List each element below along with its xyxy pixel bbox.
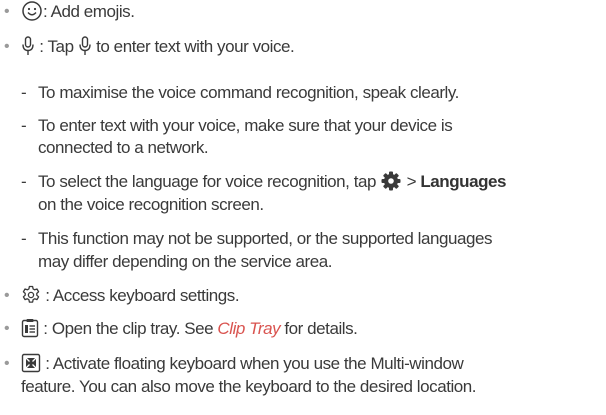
dash: - — [21, 116, 27, 135]
bullet: • — [4, 320, 10, 337]
languages-label: Languages — [420, 172, 507, 191]
floating-text: feature. You can also move the keyboard … — [21, 377, 477, 396]
sub-item-text: on the voice recognition screen. — [38, 195, 264, 214]
sub-item-text: > — [402, 172, 421, 191]
smiley-icon — [21, 0, 43, 22]
bullet: • — [4, 3, 10, 20]
sub-item-text: connected to a network. — [38, 138, 209, 157]
voice-text-a: : Tap — [35, 37, 78, 56]
clip-tray-link[interactable]: Clip Tray — [217, 319, 280, 338]
sub-item-text: may differ depending on the service area… — [38, 252, 333, 271]
bullet: • — [4, 38, 10, 55]
dash: - — [21, 172, 27, 191]
bullet: • — [4, 287, 10, 304]
sub-item-text: To enter text with your voice, make sure… — [38, 116, 453, 135]
bullet: • — [4, 355, 10, 372]
floating-text: : Activate floating keyboard when you us… — [41, 354, 464, 373]
sub-item-text: To maximise the voice command recognitio… — [38, 83, 459, 102]
clipboard-icon — [21, 318, 39, 338]
settings-gear-icon — [380, 170, 402, 192]
gear-outline-icon — [21, 285, 41, 305]
emoji-text: : Add emojis. — [43, 2, 135, 21]
clip-text-b: for details. — [280, 319, 358, 338]
sub-item-text: To select the language for voice recogni… — [38, 172, 381, 191]
microphone-icon — [78, 35, 92, 56]
dash: - — [21, 83, 27, 102]
microphone-icon — [21, 35, 35, 56]
settings-text: : Access keyboard settings. — [41, 286, 240, 305]
clip-text-a: : Open the clip tray. See — [39, 319, 218, 338]
floating-keyboard-icon — [21, 353, 41, 373]
voice-text-b: to enter text with your voice. — [91, 37, 295, 56]
dash: - — [21, 229, 27, 248]
sub-item-text: This function may not be supported, or t… — [38, 229, 493, 248]
